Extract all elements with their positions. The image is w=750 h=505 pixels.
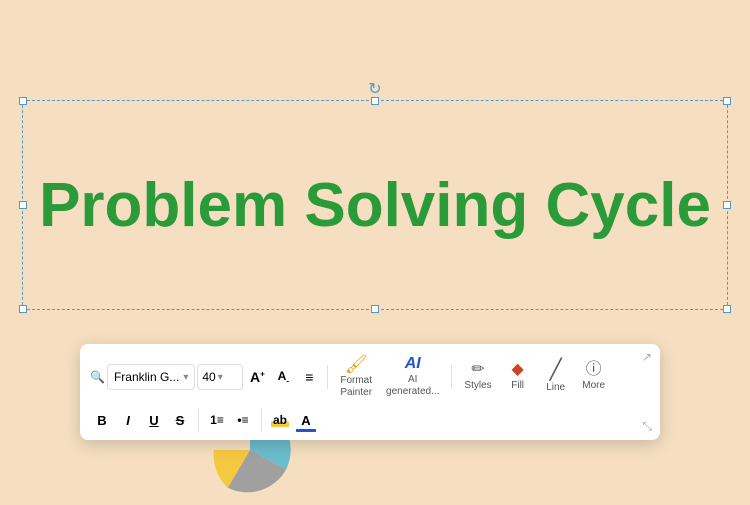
text-color-underline — [296, 429, 316, 432]
toolbar-collapse-icon[interactable]: ↗ — [642, 350, 652, 364]
line-button[interactable]: ╱ Line — [538, 357, 574, 397]
handle-top-right[interactable] — [723, 97, 731, 105]
italic-icon: I — [126, 413, 130, 428]
styles-label: Styles — [464, 380, 491, 392]
bold-button[interactable]: B — [90, 408, 114, 432]
rotate-handle[interactable]: ↻ — [368, 79, 381, 99]
font-name-label: Franklin G... — [114, 370, 179, 384]
format-painter-button[interactable]: 🖌 FormatPainter — [334, 352, 378, 402]
ai-generated-button[interactable]: AI AIgenerated... — [380, 353, 445, 401]
format-painter-icon: 🖌 — [345, 355, 368, 373]
svg-text:S: S — [245, 459, 255, 476]
text-color-button[interactable]: A — [294, 408, 318, 432]
toolbar: ↗ 🔍 Franklin G... ▾ 40 ▾ A+ A- — [80, 344, 660, 440]
ai-generated-label: AIgenerated... — [386, 374, 439, 398]
fill-icon: ◆ — [511, 362, 523, 378]
handle-bottom-right[interactable] — [723, 305, 731, 313]
ordered-list-button[interactable]: 1≡ — [205, 408, 229, 432]
toolbar-row-1: 🔍 Franklin G... ▾ 40 ▾ A+ A- ≡ — [90, 352, 650, 402]
line-label: Line — [546, 382, 565, 394]
font-size-value: 40 — [202, 370, 215, 384]
toolbar-expand-icon[interactable]: ⤡ — [642, 419, 652, 434]
italic-button[interactable]: I — [116, 408, 140, 432]
divider-3 — [198, 408, 199, 432]
increase-font-button[interactable]: A+ — [245, 365, 269, 389]
handle-bottom-middle[interactable] — [371, 305, 379, 313]
styles-icon: ✏ — [471, 362, 484, 378]
line-icon: ╱ — [550, 360, 562, 380]
toolbar-row-2: B I U S 1≡ •≡ ab — [90, 408, 650, 432]
underline-icon: U — [149, 413, 158, 428]
handle-top-middle[interactable] — [371, 97, 379, 105]
text-highlight-icon: ab — [271, 413, 289, 427]
ordered-list-icon: 1≡ — [210, 413, 224, 427]
font-selector[interactable]: Franklin G... ▾ — [107, 364, 195, 390]
more-label: More — [582, 380, 605, 392]
text-highlight-button[interactable]: ab — [268, 408, 292, 432]
bold-icon: B — [97, 413, 106, 428]
divider-1 — [327, 365, 328, 389]
styles-button[interactable]: ✏ Styles — [458, 359, 497, 395]
text-color-icon: A — [301, 413, 310, 428]
bullet-list-button[interactable]: •≡ — [231, 408, 255, 432]
search-icon: 🔍 — [90, 370, 105, 384]
strikethrough-icon: S — [176, 413, 185, 428]
align-icon: ≡ — [305, 369, 313, 385]
divider-2 — [451, 365, 452, 389]
increase-font-icon: A+ — [250, 369, 265, 385]
title-text: Problem Solving Cycle — [39, 170, 711, 241]
canvas: ↻ Problem Solving Cycle S ↗ 🔍 — [0, 0, 750, 500]
decrease-font-button[interactable]: A- — [271, 365, 295, 389]
ai-generated-icon: AI — [405, 356, 421, 372]
underline-button[interactable]: U — [142, 408, 166, 432]
align-button[interactable]: ≡ — [297, 365, 321, 389]
fill-label: Fill — [511, 380, 524, 392]
more-icon: ⓘ — [586, 362, 602, 378]
handle-middle-left[interactable] — [19, 201, 27, 209]
handle-bottom-left[interactable] — [19, 305, 27, 313]
more-button[interactable]: ⓘ More — [576, 359, 612, 395]
handle-top-left[interactable] — [19, 97, 27, 105]
format-painter-label: FormatPainter — [340, 375, 372, 399]
font-size-dropdown-icon: ▾ — [218, 372, 223, 383]
decrease-font-icon: A- — [278, 369, 289, 385]
font-size-selector[interactable]: 40 ▾ — [197, 364, 243, 390]
strikethrough-button[interactable]: S — [168, 408, 192, 432]
font-dropdown-icon: ▾ — [183, 372, 188, 383]
handle-middle-right[interactable] — [723, 201, 731, 209]
text-box[interactable]: ↻ Problem Solving Cycle — [22, 100, 728, 310]
fill-button[interactable]: ◆ Fill — [500, 359, 536, 395]
bullet-list-icon: •≡ — [237, 413, 248, 427]
divider-4 — [261, 408, 262, 432]
